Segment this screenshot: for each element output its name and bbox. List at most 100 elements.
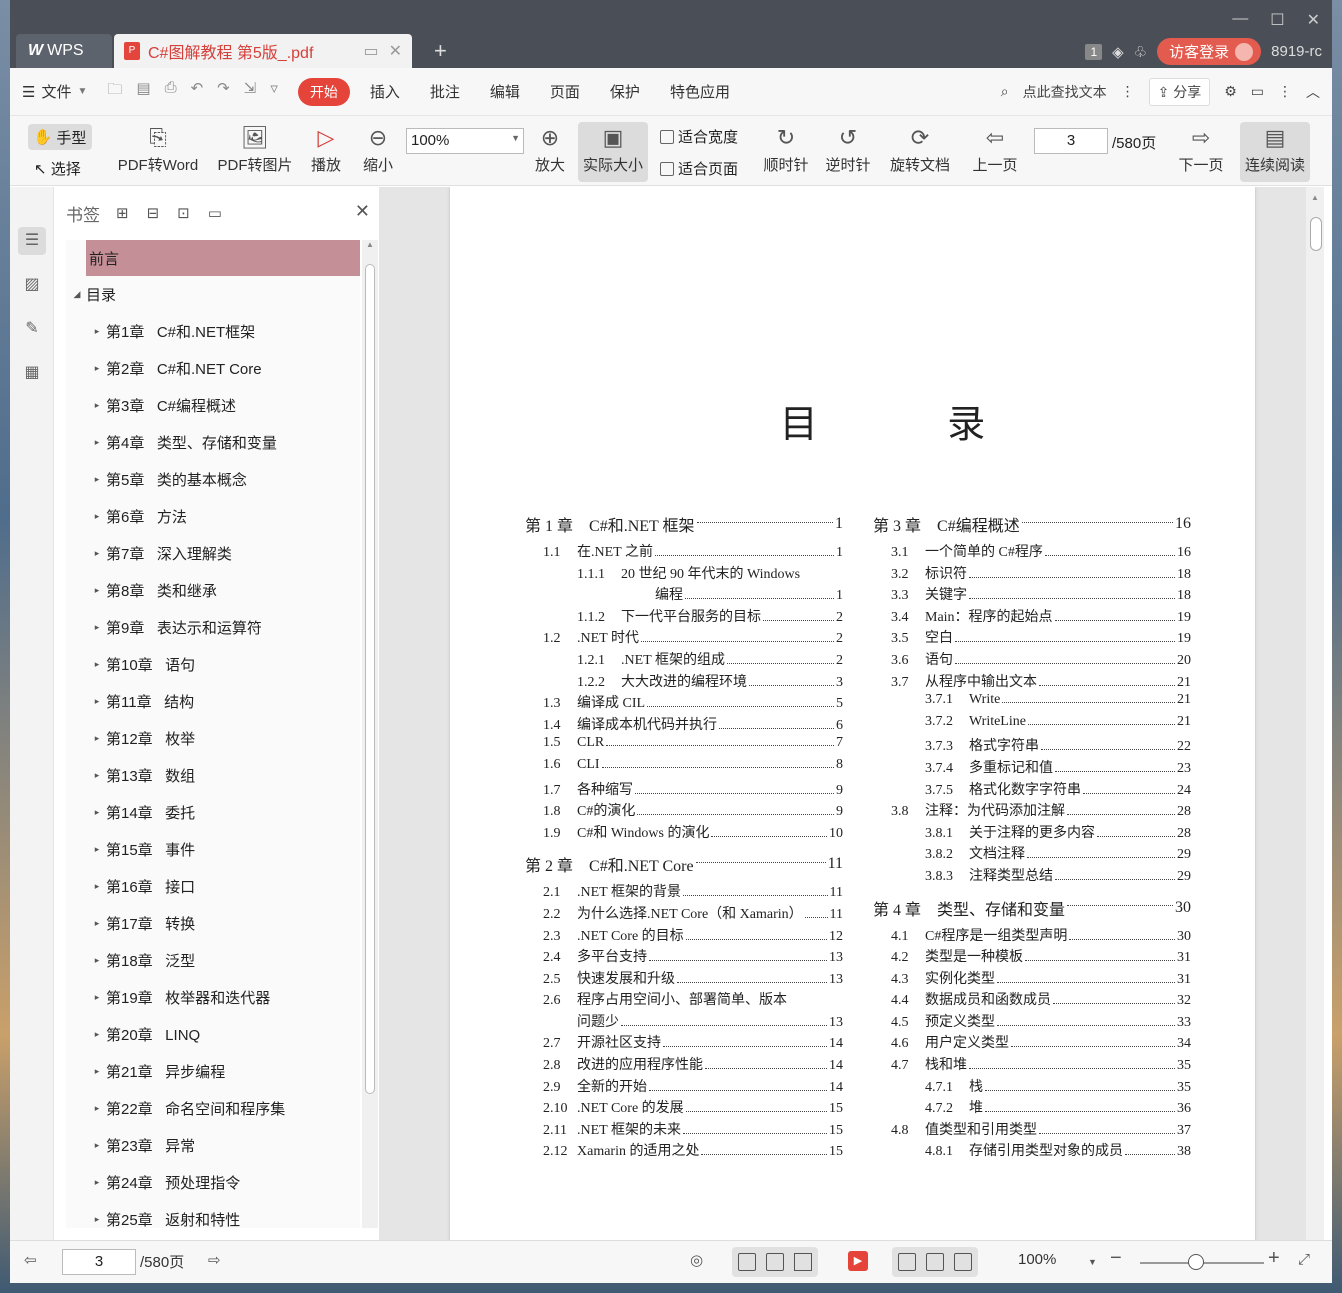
toc-entry[interactable]: 2.8 改进的应用程序性能 14 xyxy=(525,1054,843,1076)
toc-entry[interactable]: 2.12 Xamarin 的适用之处 15 xyxy=(525,1140,843,1162)
slideshow-play-icon[interactable]: ▶ xyxy=(848,1251,868,1271)
page-number-input[interactable]: 3 xyxy=(1034,128,1108,154)
bookmark-item[interactable]: ▸ 第4章 类型、存储和变量 xyxy=(66,424,360,461)
document-tab[interactable]: P C#图解教程 第5版_.pdf ▭ ✕ xyxy=(114,34,412,68)
toc-entry[interactable]: 3.7.3 格式字符串 22 xyxy=(873,735,1191,757)
toc-entry[interactable]: 1.2 .NET 时代 2 xyxy=(525,627,843,649)
toc-entry[interactable]: 4.1 C#程序是一组类型声明 30 xyxy=(873,925,1191,947)
attachment-panel-icon[interactable]: ▦ xyxy=(18,359,46,387)
toc-entry[interactable]: 1.9 C#和 Windows 的演化 10 xyxy=(525,822,843,844)
toc-entry[interactable]: 3.8.2 文档注释 29 xyxy=(873,843,1191,865)
bookmark-item[interactable]: ▸ 第8章 类和继承 xyxy=(66,572,360,609)
print-icon[interactable]: ⎙ xyxy=(165,79,177,104)
bookmark-item[interactable]: ▸ 第5章 类的基本概念 xyxy=(66,461,360,498)
expand-right-icon[interactable]: ▸ xyxy=(88,918,106,929)
toc-entry[interactable]: 编程 1 xyxy=(525,584,843,606)
toc-entry[interactable]: 3.7.5 格式化数字字符串 24 xyxy=(873,779,1191,801)
expand-right-icon[interactable]: ▸ xyxy=(88,1103,106,1114)
zoom-dropdown-icon[interactable]: ▼ xyxy=(1088,1257,1097,1267)
bookmark-item[interactable]: ▸ 第20章 LINQ xyxy=(66,1016,360,1053)
scroll-up-icon[interactable]: ▲ xyxy=(362,240,378,249)
skin-icon[interactable]: ♧ xyxy=(1134,43,1147,61)
toc-entry[interactable]: 第 3 章 C#编程概述 16 xyxy=(873,507,1191,541)
toc-entry[interactable]: 3.7 从程序中输出文本 21 xyxy=(873,671,1191,693)
toc-entry[interactable]: 1.7 各种缩写 9 xyxy=(525,779,843,801)
login-button[interactable]: 访客登录 xyxy=(1157,38,1262,65)
bookmark-item[interactable]: ▸ 第6章 方法 xyxy=(66,498,360,535)
toc-entry[interactable]: 4.7.1 栈 35 xyxy=(873,1076,1191,1098)
bookmark-item[interactable]: ▸ 第19章 枚举器和迭代器 xyxy=(66,979,360,1016)
toc-entry[interactable]: 4.7 栈和堆 35 xyxy=(873,1054,1191,1076)
toc-entry[interactable]: 2.10 .NET Core 的发展 15 xyxy=(525,1097,843,1119)
toc-entry[interactable]: 1.1.1 20 世纪 90 年代末的 Windows xyxy=(525,563,843,585)
add-bookmark-icon[interactable]: ⊞ xyxy=(116,204,129,222)
expand-right-icon[interactable]: ▸ xyxy=(88,955,106,966)
bookmark-item[interactable]: ▸ 第25章 返射和特性 xyxy=(66,1201,360,1228)
toc-entry[interactable]: 3.7.4 多重标记和值 23 xyxy=(873,757,1191,779)
more-options-icon[interactable]: ⋮ xyxy=(1278,83,1292,100)
expand-right-icon[interactable]: ▸ xyxy=(88,844,106,855)
bookmark-item[interactable]: ▸ 第14章 委托 xyxy=(66,794,360,831)
expand-right-icon[interactable]: ▸ xyxy=(88,807,106,818)
thumbnail-panel-icon[interactable]: ▨ xyxy=(18,271,46,299)
fit-width-button[interactable]: 适合宽度 xyxy=(660,126,738,147)
expand-right-icon[interactable]: ▸ xyxy=(88,400,106,411)
fullscreen-icon[interactable]: ⤢ xyxy=(1298,1251,1310,1268)
fit-page-status-icon[interactable] xyxy=(926,1253,944,1271)
rotate-document-button[interactable]: ⟳ 旋转文档 xyxy=(888,122,952,175)
bookmark-item[interactable]: ▸ 第10章 语句 xyxy=(66,646,360,683)
fit-page-button[interactable]: 适合页面 xyxy=(660,158,738,179)
toc-entry[interactable]: 3.7.2 WriteLine 21 xyxy=(873,714,1191,736)
double-page-view-icon[interactable] xyxy=(794,1253,812,1271)
bookmark-item[interactable]: ◢ 目录 xyxy=(66,276,360,313)
remove-bookmark-icon[interactable]: ⊟ xyxy=(147,204,160,222)
comment-icon[interactable]: ▭ xyxy=(1251,83,1264,100)
toc-entry[interactable]: 2.9 全新的开始 14 xyxy=(525,1076,843,1098)
window-count-badge[interactable]: 1 xyxy=(1085,43,1103,60)
bookmark-item[interactable]: ▸ 第16章 接口 xyxy=(66,868,360,905)
rotate-counterclockwise-button[interactable]: ↺ 逆时针 xyxy=(824,122,872,175)
toc-entry[interactable]: 1.8 C#的演化 9 xyxy=(525,800,843,822)
zoom-plus-icon[interactable]: + xyxy=(1268,1247,1280,1270)
toc-entry[interactable]: 3.3 关键字 18 xyxy=(873,584,1191,606)
wps-home-tab[interactable]: W WPS xyxy=(16,34,112,68)
tab-protect[interactable]: 保护 xyxy=(610,81,640,102)
actual-size-button[interactable]: ▣ 实际大小 xyxy=(578,122,648,182)
more-vertical-icon[interactable]: ⋮ xyxy=(1121,83,1135,100)
toc-entry[interactable]: 4.2 类型是一种模板 31 xyxy=(873,946,1191,968)
share-button[interactable]: ⇪ 分享 xyxy=(1148,77,1211,106)
zoom-slider[interactable] xyxy=(1140,1254,1264,1270)
status-next-page-icon[interactable]: ⇨ xyxy=(208,1251,221,1269)
expand-right-icon[interactable]: ▸ xyxy=(88,1177,106,1188)
toc-entry[interactable]: 3.8.1 关于注释的更多内容 28 xyxy=(873,822,1191,844)
bookmark-item[interactable]: ▸ 第22章 命名空间和程序集 xyxy=(66,1090,360,1127)
toc-entry[interactable]: 4.5 预定义类型 33 xyxy=(873,1011,1191,1033)
toc-entry[interactable]: 4.6 用户定义类型 34 xyxy=(873,1032,1191,1054)
toc-entry[interactable]: 2.6 程序占用空间小、部署简单、版本 xyxy=(525,989,843,1011)
close-tab-icon[interactable]: ✕ xyxy=(389,41,402,61)
scroll-up-icon[interactable]: ▲ xyxy=(1306,187,1324,202)
toc-entry[interactable]: 2.1 .NET 框架的背景 11 xyxy=(525,881,843,903)
bookmark-item[interactable]: ▸ 第9章 表达示和运算符 xyxy=(66,609,360,646)
toc-entry[interactable]: 3.4 Main：程序的起始点 19 xyxy=(873,606,1191,628)
bookmark-item[interactable]: ▸ 第23章 异常 xyxy=(66,1127,360,1164)
document-scrollbar[interactable]: ▲ xyxy=(1306,187,1324,1240)
document-scroll-thumb[interactable] xyxy=(1310,217,1322,251)
bookmark-scrollbar[interactable]: ▲ xyxy=(362,240,378,1228)
maximize-icon[interactable]: ☐ xyxy=(1270,10,1284,30)
toc-entry[interactable]: 第 2 章 C#和.NET Core 11 xyxy=(525,847,843,881)
toc-entry[interactable]: 问题少 13 xyxy=(525,1011,843,1033)
collapse-ribbon-icon[interactable]: ︿ xyxy=(1306,82,1320,102)
bookmark-item[interactable]: ▸ 第1章 C#和.NET框架 xyxy=(66,313,360,350)
next-page-button[interactable]: ⇨ 下一页 xyxy=(1176,122,1226,175)
status-page-input[interactable]: 3 xyxy=(62,1249,136,1275)
expand-right-icon[interactable]: ▸ xyxy=(88,1066,106,1077)
bookmark-item[interactable]: ▸ 第11章 结构 xyxy=(66,683,360,720)
tab-start[interactable]: 开始 xyxy=(297,77,350,106)
search-text-button[interactable]: 点此查找文本 xyxy=(1023,82,1107,102)
bookmark-item[interactable]: ▸ 第13章 数组 xyxy=(66,757,360,794)
expand-right-icon[interactable]: ▸ xyxy=(88,992,106,1003)
export-icon[interactable]: ⇲ xyxy=(244,79,257,104)
bookmark-item[interactable]: ▸ 第18章 泛型 xyxy=(66,942,360,979)
expand-right-icon[interactable]: ▸ xyxy=(88,363,106,374)
